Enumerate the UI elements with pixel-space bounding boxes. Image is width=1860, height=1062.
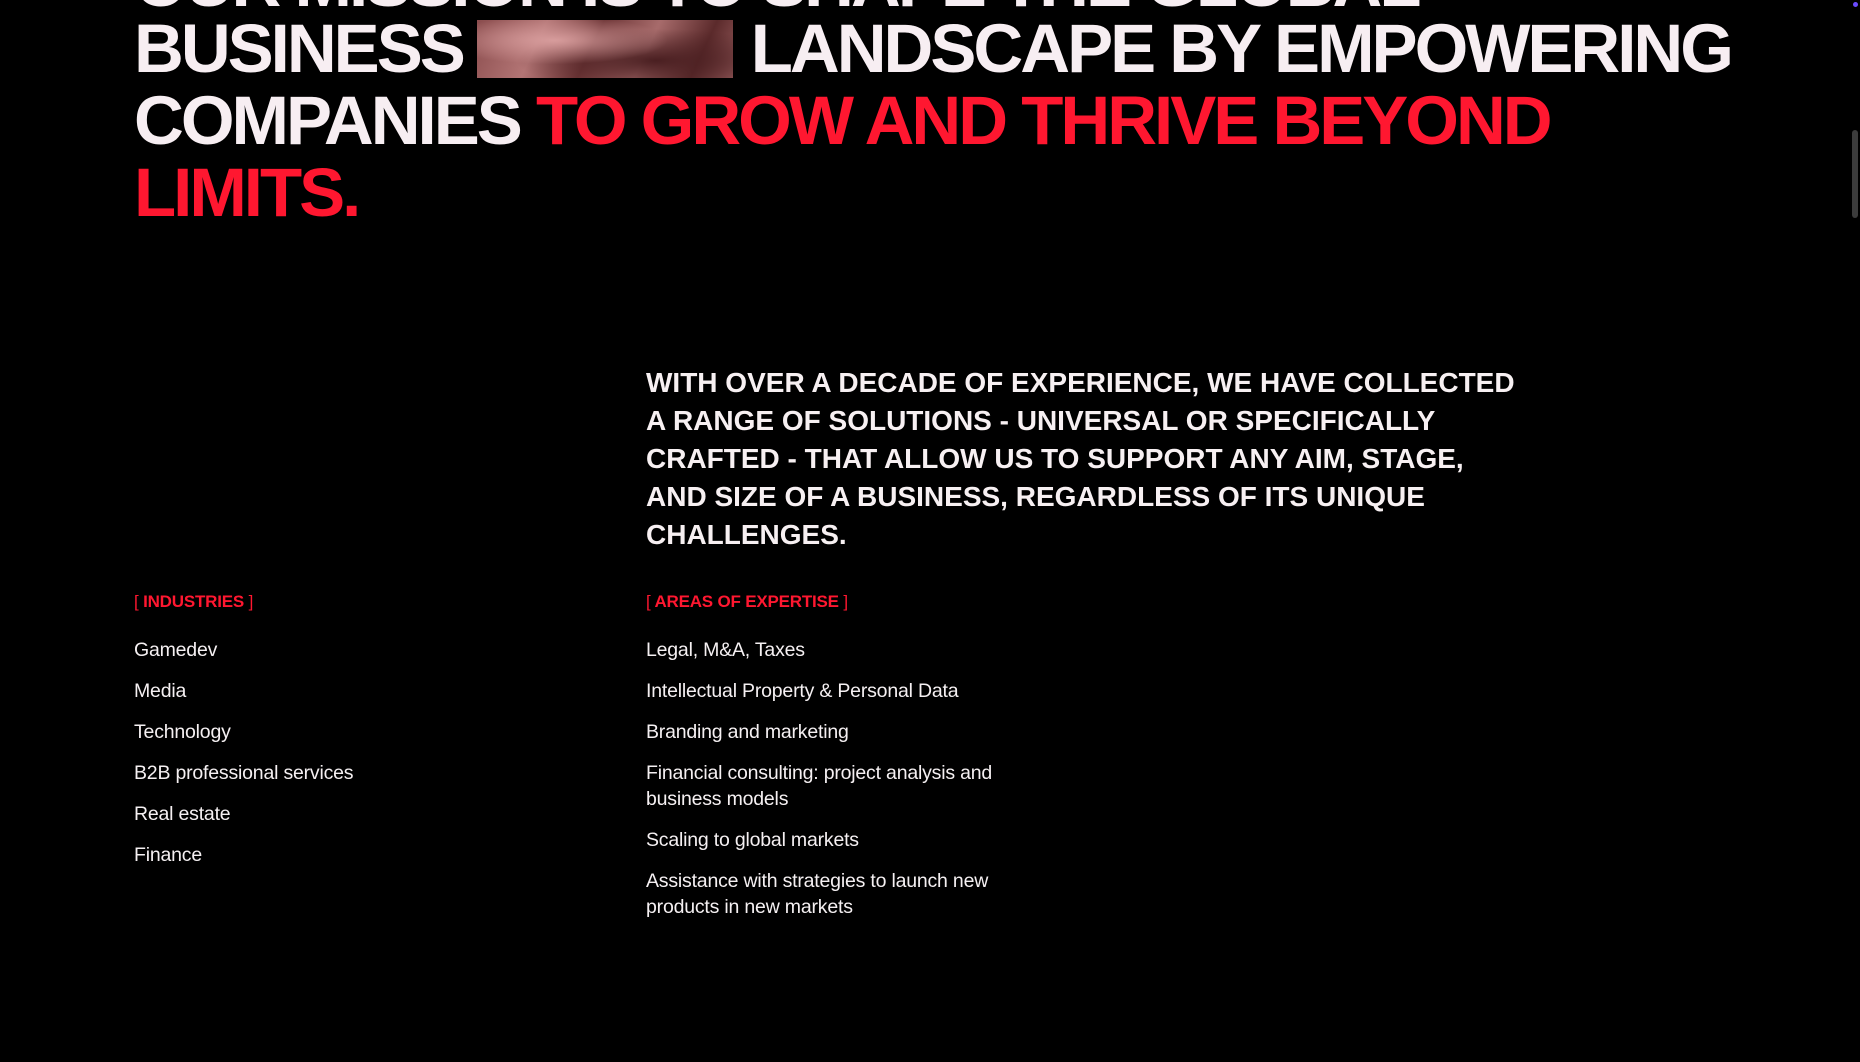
list-item: Scaling to global markets (646, 829, 859, 851)
list-item: Finance (134, 844, 202, 866)
list-item: Media (134, 680, 187, 702)
hero-line-1: Business landscape by empowering (134, 14, 1734, 84)
list-item: Assistance with strategies to launch new… (646, 870, 989, 918)
industries-heading: [ Industries ] (134, 588, 574, 616)
expertise-list: Legal, M&A, Taxes Intellectual Property … (646, 637, 1046, 920)
intro-paragraph: With over a decade of experience, we hav… (646, 367, 1515, 550)
list-item: Intellectual Property & Personal Data (646, 680, 959, 702)
hero-inline-image (476, 20, 733, 78)
expertise-section: [ Areas of expertise ] Legal, M&A, Taxes… (646, 588, 1046, 935)
industries-list: Gamedev Media Technology B2B professiona… (134, 637, 574, 868)
list-item: Financial consulting: project analysis a… (646, 762, 993, 810)
indicator-dot-icon (1853, 2, 1858, 7)
hero-word-companies: Companies (134, 82, 523, 159)
list-item: Branding and marketing (646, 721, 849, 743)
page-scrollbar-thumb[interactable] (1852, 130, 1858, 218)
expertise-heading-label: Areas of expertise (654, 592, 839, 611)
hero-accent-text: to grow and thrive beyond (535, 82, 1553, 159)
expertise-heading: [ Areas of expertise ] (646, 588, 1046, 616)
list-item: Real estate (134, 803, 231, 825)
industries-heading-label: Industries (143, 592, 245, 611)
list-item: Legal, M&A, Taxes (646, 639, 805, 661)
list-item: B2B professional services (134, 762, 354, 784)
bracket-open: [ (646, 592, 651, 611)
hero-line-3: limits. (134, 158, 361, 228)
hero-word-business: Business (134, 10, 466, 87)
bracket-open: [ (134, 592, 139, 611)
bracket-close: ] (843, 592, 848, 611)
list-item: Technology (134, 721, 231, 743)
industries-section: [ Industries ] Gamedev Media Technology … (134, 588, 574, 883)
hero-line-1-rest: landscape by empowering (750, 10, 1734, 87)
hero-accent-limits: limits. (134, 154, 361, 231)
bracket-close: ] (248, 592, 254, 611)
list-item: Gamedev (134, 639, 218, 661)
hero-line-2: Companies to grow and thrive beyond (134, 86, 1553, 156)
